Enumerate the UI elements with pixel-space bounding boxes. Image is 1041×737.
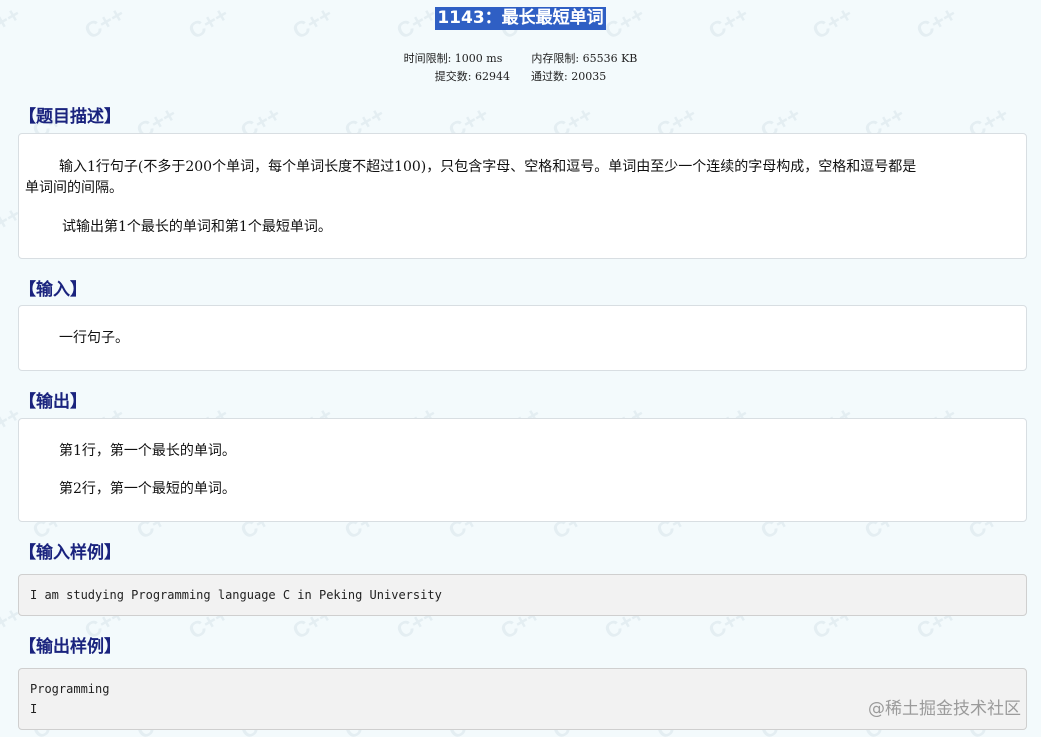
memory-limit: 内存限制: 65536 KB — [531, 52, 638, 65]
description-panel: 输入1行句子(不多于200个单词，每个单词长度不超过100)，只包含字母、空格和… — [18, 133, 1027, 259]
problem-title: 1143：最长最短单词 — [435, 7, 606, 30]
sample-output-line-1: Programming — [30, 682, 110, 696]
time-limit: 时间限制: 1000 ms — [403, 52, 503, 65]
input-heading: 【输入】 — [19, 280, 87, 300]
sample-output-line-2: I — [30, 702, 38, 716]
description-line-3: 试输出第1个最长的单词和第1个最短单词。 — [62, 219, 332, 235]
output-heading: 【输出】 — [19, 392, 87, 412]
description-line-1: 输入1行句子(不多于200个单词，每个单词长度不超过100)，只包含字母、空格和… — [59, 159, 917, 175]
stats-row: 提交数: 62944 通过数: 20035 — [0, 70, 1041, 84]
description-heading: 【题目描述】 — [19, 107, 121, 127]
sample-input-heading: 【输入样例】 — [19, 543, 121, 563]
limits-row: 时间限制: 1000 ms 内存限制: 65536 KB — [0, 52, 1041, 66]
sample-output-heading: 【输出样例】 — [19, 637, 121, 657]
sample-input-block: I am studying Programming language C in … — [18, 574, 1027, 616]
output-line-1: 第1行，第一个最长的单词。 — [59, 443, 236, 459]
brand-watermark: @稀土掘金技术社区 — [868, 699, 1021, 719]
input-panel: 一行句子。 — [18, 305, 1027, 371]
description-line-2: 单词间的间隔。 — [25, 180, 123, 196]
accepted-count: 通过数: 20035 — [531, 70, 607, 83]
submission-count: 提交数: 62944 — [434, 70, 510, 83]
title-row: 1143：最长最短单词 — [0, 7, 1041, 30]
output-panel: 第1行，第一个最长的单词。 第2行，第一个最短的单词。 — [18, 418, 1027, 522]
input-text: 一行句子。 — [59, 330, 129, 346]
sample-input-line-1: I am studying Programming language C in … — [30, 588, 442, 602]
output-line-2: 第2行，第一个最短的单词。 — [59, 481, 236, 497]
